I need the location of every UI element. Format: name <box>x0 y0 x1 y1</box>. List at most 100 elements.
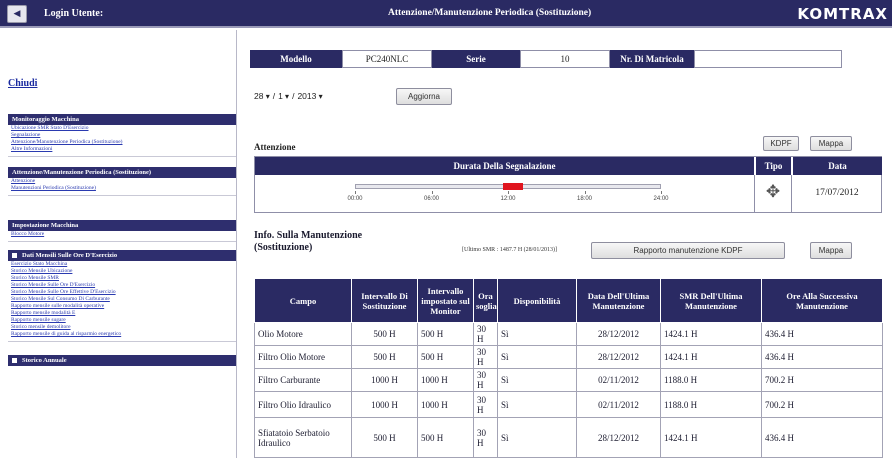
column-header: Disponibilità <box>497 278 577 323</box>
kdpf-report-button[interactable]: Rapporto manutenzione KDPF <box>591 242 785 259</box>
divider <box>8 338 236 342</box>
nav-section-attention: Attenzione/Manutenzione Periodica (Sosti… <box>8 167 236 199</box>
nav-item[interactable]: Storico mensile demolitore <box>8 324 236 331</box>
update-button[interactable]: Aggiorna <box>396 88 452 105</box>
attention-table: Durata Della Segnalazione Tipo Data 00:0… <box>254 156 882 213</box>
column-header: SMR Dell'Ultima Manutenzione <box>660 278 762 323</box>
nav-item[interactable]: Storico Mensile SMR <box>8 275 236 282</box>
nav-item[interactable]: Rapporto mensile modalità E <box>8 310 236 317</box>
nav-item[interactable]: Ubicazione SMR Stato D'Esercizio <box>8 125 236 132</box>
table-cell: 02/11/2012 <box>576 391 661 418</box>
nav-section-heading: Attenzione/Manutenzione Periodica (Sosti… <box>8 167 236 178</box>
table-cell: Sì <box>497 345 577 369</box>
nav-section-heading: Dati Mensili Sulle Ore D'Esercizio <box>8 250 236 261</box>
nav-item[interactable]: Attenzione/Manutenzione Periodica (Sosti… <box>8 139 236 146</box>
main-content: Modello PC240NLC Serie 10 Nr. Di Matrico… <box>240 30 892 458</box>
nav-item[interactable]: Attenzione <box>8 178 236 185</box>
table-cell: 1188.0 H <box>660 368 762 392</box>
engine-warning-icon: ✥ <box>765 182 781 202</box>
time-tick <box>661 191 662 194</box>
table-cell: Sì <box>497 368 577 392</box>
table-cell: 30 H <box>473 322 498 346</box>
table-cell: 1000 H <box>351 391 418 418</box>
table-cell: Filtro Olio Idraulico <box>254 391 352 418</box>
nav-item[interactable]: Rapporto mensile sugare <box>8 317 236 324</box>
nav-item[interactable]: Storico Mensile Sulle Ore Effettive D'Es… <box>8 289 236 296</box>
back-button[interactable]: ◀ <box>7 5 27 23</box>
time-tick <box>355 191 356 194</box>
nav-item[interactable]: Esercizio Stato Macchina <box>8 261 236 268</box>
attention-date: 17/07/2012 <box>815 188 859 198</box>
login-label: Login Utente: <box>44 8 104 19</box>
table-cell: 500 H <box>351 417 418 458</box>
date-header: Data <box>792 157 882 175</box>
signal-timebar <box>355 183 661 190</box>
maintenance-map-button[interactable]: Mappa <box>810 242 852 259</box>
maintenance-title: Info. Sulla Manutenzione (Sostituzione) <box>254 230 363 253</box>
time-tick-label: 06:00 <box>423 196 439 202</box>
table-row: Filtro Olio Motore 500 H 500 H 30 H Sì 2… <box>254 345 883 369</box>
table-cell: 500 H <box>417 322 474 346</box>
table-cell: 28/12/2012 <box>576 417 661 458</box>
day-select[interactable]: 28 <box>254 91 270 101</box>
time-tick-label: 00:00 <box>347 196 363 202</box>
time-tick-label: 24:00 <box>653 196 669 202</box>
divider <box>8 153 236 157</box>
attention-title: Attenzione <box>254 142 296 152</box>
nav-item[interactable]: Storico Mensile Ubicazione <box>8 268 236 275</box>
table-header-row: Campo Intervallo Di Sostituzione Interva… <box>254 278 883 323</box>
map-button[interactable]: Mappa <box>810 136 852 151</box>
nav-item[interactable]: Manutenzioni Periodica (Sostituzione) <box>8 185 236 192</box>
date-filter: 28/1/2013 <box>254 90 323 106</box>
table-cell: 1424.1 H <box>660 417 762 458</box>
table-cell: Olio Motore <box>254 322 352 346</box>
last-smr: [Ultimo SMR : 1487.7 H (28/01/2013)] <box>462 247 558 253</box>
serial-label: Nr. Di Matricola <box>610 50 694 68</box>
nav-item[interactable]: Altre Informazioni <box>8 146 236 153</box>
close-link[interactable]: Chiudi <box>8 78 37 89</box>
signal-duration-segment <box>502 183 524 190</box>
table-row: Sfiatatoio Serbatoio Idraulico 500 H 500… <box>254 417 883 458</box>
type-header: Tipo <box>755 157 791 175</box>
table-cell: 436.4 H <box>761 322 883 346</box>
model-label: Modello <box>250 50 342 68</box>
series-value: 10 <box>520 50 610 68</box>
nav-section-annual: Storico Annuale <box>8 355 236 366</box>
nav-item[interactable]: Rapporto mensile sulle modalità operativ… <box>8 303 236 310</box>
time-tick <box>508 191 509 194</box>
table-cell: 700.2 H <box>761 368 883 392</box>
table-cell: 1188.0 H <box>660 391 762 418</box>
nav-section-monthly: Dati Mensili Sulle Ore D'Esercizio Eserc… <box>8 250 236 345</box>
duration-cell: 00:00 06:00 12:00 18:00 24:00 <box>255 175 755 213</box>
table-row: Filtro Carburante 1000 H 1000 H 30 H Sì … <box>254 368 883 392</box>
table-cell: 500 H <box>417 345 474 369</box>
table-cell: Sì <box>497 391 577 418</box>
nav-item[interactable]: Segnalazione <box>8 132 236 139</box>
nav-item[interactable]: Storico Mensile Sul Consumo Di Carburant… <box>8 296 236 303</box>
table-cell: 1424.1 H <box>660 345 762 369</box>
table-row: Olio Motore 500 H 500 H 30 H Sì 28/12/20… <box>254 322 883 346</box>
nav-item[interactable]: Storico Mensile Sulle Ore D'Esercizio <box>8 282 236 289</box>
nav-section-heading[interactable]: Storico Annuale <box>8 355 236 366</box>
column-header: Ora soglia <box>473 278 498 323</box>
column-header: Intervallo impostato sul Monitor <box>417 278 474 323</box>
table-cell: Sfiatatoio Serbatoio Idraulico <box>254 417 352 458</box>
table-cell: 28/12/2012 <box>576 345 661 369</box>
divider <box>8 238 236 242</box>
nav-item[interactable]: Blocco Motore <box>8 231 236 238</box>
table-cell: 436.4 H <box>761 345 883 369</box>
nav-item[interactable]: Rapporto mensile di guida al risparmio e… <box>8 331 236 338</box>
year-select[interactable]: 2013 <box>297 91 322 101</box>
table-cell: 28/12/2012 <box>576 322 661 346</box>
column-header: Data Dell'Ultima Manutenzione <box>576 278 661 323</box>
time-tick-label: 12:00 <box>500 196 516 202</box>
column-header: Intervallo Di Sostituzione <box>351 278 418 323</box>
table-cell: Sì <box>497 417 577 458</box>
top-bar: ◀ Login Utente: Attenzione/Manutenzione … <box>0 0 892 28</box>
kdpf-button[interactable]: KDPF <box>763 136 799 151</box>
month-select[interactable]: 1 <box>278 91 289 101</box>
table-cell: 436.4 H <box>761 417 883 458</box>
time-tick <box>584 191 586 194</box>
table-cell: 700.2 H <box>761 391 883 418</box>
nav-section-monitoring: Monitoraggio Macchina Ubicazione SMR Sta… <box>8 114 236 160</box>
